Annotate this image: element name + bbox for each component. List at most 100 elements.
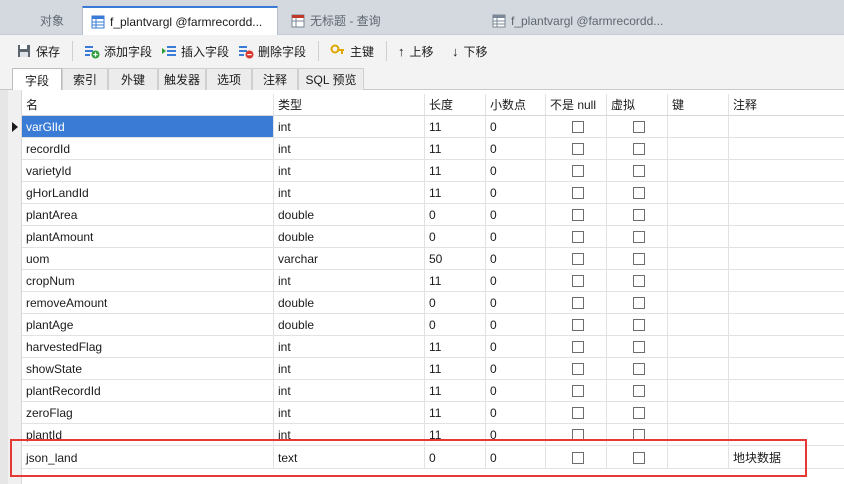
table-row[interactable]: json_land text 0 0 地块数据 [22,447,844,469]
table-row[interactable]: varGlId int 11 0 [22,116,844,138]
virtual-checkbox[interactable] [633,384,645,397]
table-row[interactable]: zeroFlag int 11 0 [22,402,844,424]
field-length-cell[interactable]: 11 [425,336,486,358]
key-cell[interactable] [668,292,729,314]
key-cell[interactable] [668,380,729,402]
not-null-checkbox[interactable] [572,186,584,199]
virtual-checkbox-cell[interactable] [607,424,668,446]
virtual-checkbox[interactable] [633,451,645,464]
table-row[interactable]: gHorLandId int 11 0 [22,182,844,204]
not-null-checkbox[interactable] [572,451,584,464]
column-header-length[interactable]: 长度 [425,94,486,116]
table-row[interactable]: uom varchar 50 0 [22,248,844,270]
not-null-checkbox[interactable] [572,384,584,397]
table-row[interactable]: plantArea double 0 0 [22,204,844,226]
not-null-checkbox[interactable] [572,252,584,265]
field-name-cell[interactable]: uom [22,248,274,270]
not-null-checkbox[interactable] [572,296,584,309]
column-header-not-null[interactable]: 不是 null [546,94,607,116]
virtual-checkbox[interactable] [633,296,645,309]
primary-key-button[interactable]: 主键 [330,41,374,61]
key-cell[interactable] [668,447,729,469]
field-name-cell[interactable]: plantAge [22,314,274,336]
virtual-checkbox[interactable] [633,252,645,265]
field-name-cell[interactable]: gHorLandId [22,182,274,204]
table-row[interactable]: plantId int 11 0 [22,424,844,446]
column-header-type[interactable]: 类型 [274,94,425,116]
field-length-cell[interactable]: 11 [425,116,486,138]
move-down-button[interactable]: ↓ 下移 [452,41,488,61]
virtual-checkbox-cell[interactable] [607,402,668,424]
key-cell[interactable] [668,270,729,292]
not-null-checkbox[interactable] [572,428,584,441]
key-cell[interactable] [668,336,729,358]
virtual-checkbox-cell[interactable] [607,116,668,138]
virtual-checkbox[interactable] [633,274,645,287]
table-row[interactable]: showState int 11 0 [22,358,844,380]
not-null-checkbox[interactable] [572,362,584,375]
field-length-cell[interactable]: 11 [425,160,486,182]
field-type-cell[interactable]: int [274,138,425,160]
field-length-cell[interactable]: 11 [425,380,486,402]
field-name-cell[interactable]: harvestedFlag [22,336,274,358]
virtual-checkbox-cell[interactable] [607,447,668,469]
field-name-cell[interactable]: plantId [22,424,274,446]
not-null-checkbox[interactable] [572,340,584,353]
field-comment-cell[interactable] [729,358,844,380]
not-null-checkbox-cell[interactable] [546,226,607,248]
key-cell[interactable] [668,160,729,182]
field-type-cell[interactable]: double [274,226,425,248]
not-null-checkbox[interactable] [572,318,584,331]
key-cell[interactable] [668,116,729,138]
virtual-checkbox[interactable] [633,208,645,221]
field-comment-cell[interactable] [729,402,844,424]
key-cell[interactable] [668,314,729,336]
virtual-checkbox-cell[interactable] [607,204,668,226]
field-decimals-cell[interactable]: 0 [486,336,546,358]
field-type-cell[interactable]: text [274,447,425,469]
table-row[interactable]: plantAge double 0 0 [22,314,844,336]
not-null-checkbox-cell[interactable] [546,447,607,469]
field-type-cell[interactable]: int [274,336,425,358]
move-up-button[interactable]: ↑ 上移 [398,41,434,61]
key-cell[interactable] [668,138,729,160]
table-row[interactable]: removeAmount double 0 0 [22,292,844,314]
column-header-key[interactable]: 键 [668,94,729,116]
not-null-checkbox-cell[interactable] [546,116,607,138]
virtual-checkbox-cell[interactable] [607,248,668,270]
virtual-checkbox-cell[interactable] [607,380,668,402]
field-name-cell[interactable]: plantRecordId [22,380,274,402]
field-type-cell[interactable]: int [274,402,425,424]
column-header-comment[interactable]: 注释 [729,94,844,116]
key-cell[interactable] [668,226,729,248]
virtual-checkbox-cell[interactable] [607,138,668,160]
key-cell[interactable] [668,358,729,380]
virtual-checkbox-cell[interactable] [607,292,668,314]
field-comment-cell[interactable]: 地块数据 [729,447,844,469]
save-button[interactable]: 保存 [16,41,60,61]
table-row[interactable]: harvestedFlag int 11 0 [22,336,844,358]
field-type-cell[interactable]: int [274,358,425,380]
field-name-cell[interactable]: cropNum [22,270,274,292]
field-decimals-cell[interactable]: 0 [486,358,546,380]
field-type-cell[interactable]: double [274,292,425,314]
key-cell[interactable] [668,424,729,446]
virtual-checkbox[interactable] [633,362,645,375]
table-row[interactable]: plantRecordId int 11 0 [22,380,844,402]
virtual-checkbox[interactable] [633,230,645,243]
field-length-cell[interactable]: 0 [425,314,486,336]
field-comment-cell[interactable] [729,204,844,226]
field-type-cell[interactable]: int [274,380,425,402]
tab-table-design[interactable]: f_plantvargl @farmrecordd... [484,6,680,35]
virtual-checkbox[interactable] [633,120,645,133]
key-cell[interactable] [668,204,729,226]
not-null-checkbox[interactable] [572,142,584,155]
tab-objects[interactable]: 对象 [6,6,76,35]
field-decimals-cell[interactable]: 0 [486,424,546,446]
field-length-cell[interactable]: 50 [425,248,486,270]
field-length-cell[interactable]: 11 [425,138,486,160]
field-name-cell[interactable]: recordId [22,138,274,160]
virtual-checkbox-cell[interactable] [607,160,668,182]
field-type-cell[interactable]: int [274,116,425,138]
not-null-checkbox-cell[interactable] [546,336,607,358]
